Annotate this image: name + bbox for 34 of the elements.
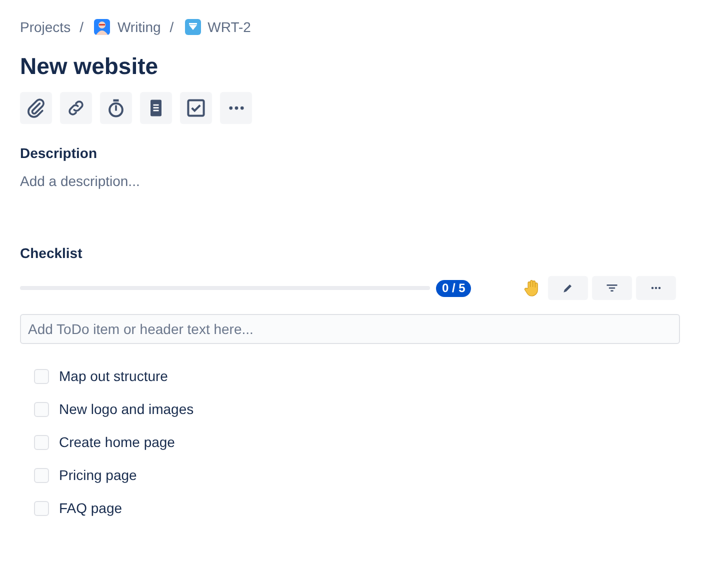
checklist-button[interactable]: [180, 92, 212, 124]
checkbox[interactable]: [34, 368, 49, 384]
breadcrumb-link[interactable]: Writing: [117, 19, 161, 35]
filter-button[interactable]: [592, 276, 632, 300]
checklist-item: Pricing page: [59, 467, 137, 483]
checklist-item: New logo and images: [59, 401, 194, 417]
more-icon: [228, 106, 244, 110]
checklist-item: FAQ page: [59, 500, 122, 516]
timer-button[interactable]: [100, 92, 132, 124]
document-button[interactable]: [140, 92, 172, 124]
issue-type-icon: [184, 19, 201, 35]
avatar-icon: [94, 19, 110, 35]
checkbox[interactable]: [34, 402, 49, 416]
todo-input[interactable]: Add ToDo item or header text here...: [20, 314, 680, 344]
breadcrumb-separator: /: [80, 19, 84, 35]
link-button[interactable]: [60, 92, 92, 124]
breadcrumb-link[interactable]: WRT-2: [208, 19, 251, 35]
issue-title: New website: [20, 52, 160, 81]
description-field[interactable]: Add a description...: [20, 172, 140, 190]
attach-button[interactable]: [20, 92, 52, 124]
checkbox[interactable]: [34, 500, 49, 516]
more-button[interactable]: [220, 92, 252, 124]
edit-button[interactable]: [548, 276, 588, 300]
breadcrumb-separator: /: [170, 19, 174, 35]
paperclip-icon: [25, 97, 47, 119]
checklist-item: Map out structure: [59, 368, 168, 384]
checklist-item: Create home page: [59, 434, 175, 450]
breadcrumb-link[interactable]: Projects: [20, 19, 71, 35]
checkbox[interactable]: [34, 434, 49, 450]
section-heading: Description: [20, 144, 98, 162]
section-heading: Checklist: [20, 244, 84, 262]
progress-badge: 0 / 5: [436, 280, 472, 296]
checkbox-icon: [185, 97, 207, 119]
checkbox[interactable]: [34, 468, 49, 482]
